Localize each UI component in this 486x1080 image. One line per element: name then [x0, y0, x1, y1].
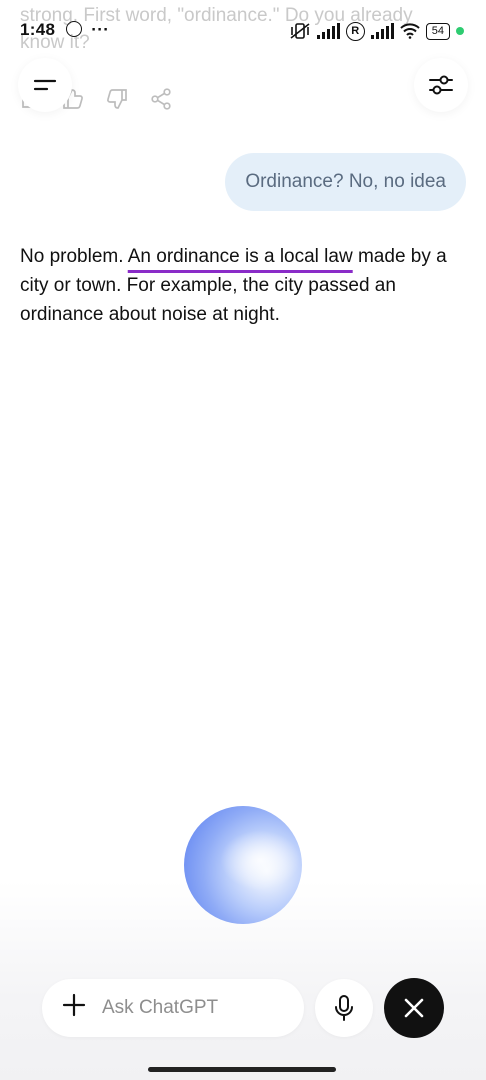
user-message-text: Ordinance? No, no idea: [245, 171, 446, 192]
assistant-message: No problem. An ordinance is a local law …: [20, 242, 466, 329]
plus-icon[interactable]: [52, 993, 96, 1023]
signal-icon-1: [316, 23, 340, 39]
status-bar: 1:48 ··· R 54: [0, 0, 486, 60]
status-time: 1:48 ···: [20, 20, 109, 40]
roaming-icon: R: [345, 21, 365, 41]
close-icon: [404, 998, 424, 1018]
privacy-indicator-dot: [456, 27, 464, 35]
sliders-icon: [429, 75, 453, 95]
end-voice-button[interactable]: [384, 978, 444, 1038]
thumbs-down-icon[interactable]: [106, 88, 128, 110]
menu-icon: [33, 79, 57, 91]
assistant-highlighted-text: An ordinance is a local law: [127, 246, 353, 267]
microphone-button[interactable]: [315, 979, 373, 1037]
menu-button[interactable]: [18, 58, 72, 112]
composer-input[interactable]: Ask ChatGPT: [42, 979, 304, 1037]
voice-settings-button[interactable]: [414, 58, 468, 112]
openai-notification-icon: [66, 21, 83, 37]
more-notifications-icon: ···: [91, 20, 110, 39]
microphone-icon: [335, 995, 353, 1021]
share-icon[interactable]: [150, 88, 172, 110]
time-text: 1:48: [20, 20, 56, 39]
home-indicator[interactable]: [148, 1067, 336, 1072]
assistant-text-before: No problem.: [20, 246, 128, 267]
voice-orb-highlight: [220, 830, 300, 890]
signal-icon-2: [370, 23, 394, 39]
status-icons: R 54: [289, 20, 464, 42]
battery-icon: 54: [425, 22, 450, 40]
wifi-icon: [400, 23, 420, 39]
vibrate-off-icon: [290, 23, 310, 39]
composer-placeholder: Ask ChatGPT: [102, 997, 219, 1018]
user-message-bubble: Ordinance? No, no idea: [225, 153, 466, 211]
